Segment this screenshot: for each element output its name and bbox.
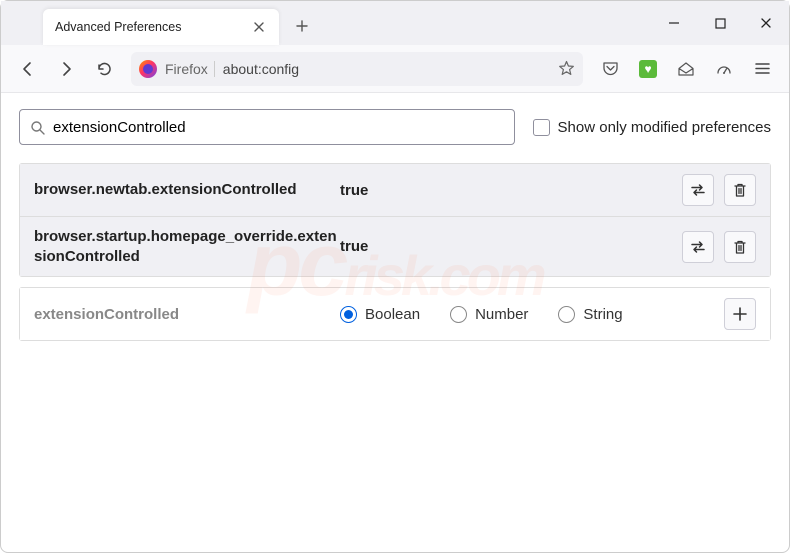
show-modified-checkbox[interactable] [533,119,550,136]
radio-icon[interactable] [558,306,575,323]
search-row: Show only modified preferences [19,109,771,145]
browser-toolbar: Firefox about:config ♥ [1,45,789,93]
pref-actions [682,231,756,263]
pref-actions [682,174,756,206]
type-option-string[interactable]: String [558,306,622,323]
type-options: Boolean Number String [340,306,724,323]
tab-title: Advanced Preferences [55,20,251,34]
pref-value: true [340,182,682,199]
search-icon [30,120,45,135]
search-box[interactable] [19,109,515,145]
minimize-button[interactable] [651,1,697,45]
url-text: about:config [223,61,549,77]
add-button[interactable] [724,298,756,330]
show-modified-label: Show only modified preferences [558,119,771,136]
forward-button[interactable] [49,52,83,86]
new-pref-actions [724,298,756,330]
dashboard-icon[interactable] [707,52,741,86]
new-tab-button[interactable] [287,11,317,41]
pref-row: browser.startup.homepage_override.extens… [20,216,770,276]
pref-name: browser.startup.homepage_override.extens… [34,227,340,266]
show-modified-checkbox-row[interactable]: Show only modified preferences [533,119,771,136]
delete-button[interactable] [724,174,756,206]
back-button[interactable] [11,52,45,86]
url-brand: Firefox [165,61,215,77]
new-pref-name: extensionControlled [34,306,340,323]
browser-tab[interactable]: Advanced Preferences [43,9,279,45]
window-controls [651,1,789,45]
pref-value: true [340,238,682,255]
toggle-button[interactable] [682,231,714,263]
app-menu-button[interactable] [745,52,779,86]
radio-icon[interactable] [450,306,467,323]
type-label: Boolean [365,306,420,323]
maximize-button[interactable] [697,1,743,45]
titlebar: Advanced Preferences [1,1,789,45]
type-label: String [583,306,622,323]
close-window-button[interactable] [743,1,789,45]
preferences-list: browser.newtab.extensionControlled true … [19,163,771,277]
extension-icon[interactable]: ♥ [631,52,665,86]
radio-icon[interactable] [340,306,357,323]
new-preference-row-wrap: extensionControlled Boolean Number Strin… [19,287,771,341]
inbox-icon[interactable] [669,52,703,86]
url-bar[interactable]: Firefox about:config [131,52,583,86]
pref-name: browser.newtab.extensionControlled [34,180,340,200]
bookmark-star-icon[interactable] [557,60,575,78]
type-option-boolean[interactable]: Boolean [340,306,420,323]
new-preference-row: extensionControlled Boolean Number Strin… [20,288,770,340]
tab-close-icon[interactable] [251,19,267,35]
pocket-icon[interactable] [593,52,627,86]
reload-button[interactable] [87,52,121,86]
type-option-number[interactable]: Number [450,306,528,323]
search-input[interactable] [53,119,504,136]
page-content: Show only modified preferences browser.n… [1,93,789,357]
firefox-logo-icon [139,60,157,78]
type-label: Number [475,306,528,323]
delete-button[interactable] [724,231,756,263]
pref-row: browser.newtab.extensionControlled true [20,164,770,216]
toggle-button[interactable] [682,174,714,206]
